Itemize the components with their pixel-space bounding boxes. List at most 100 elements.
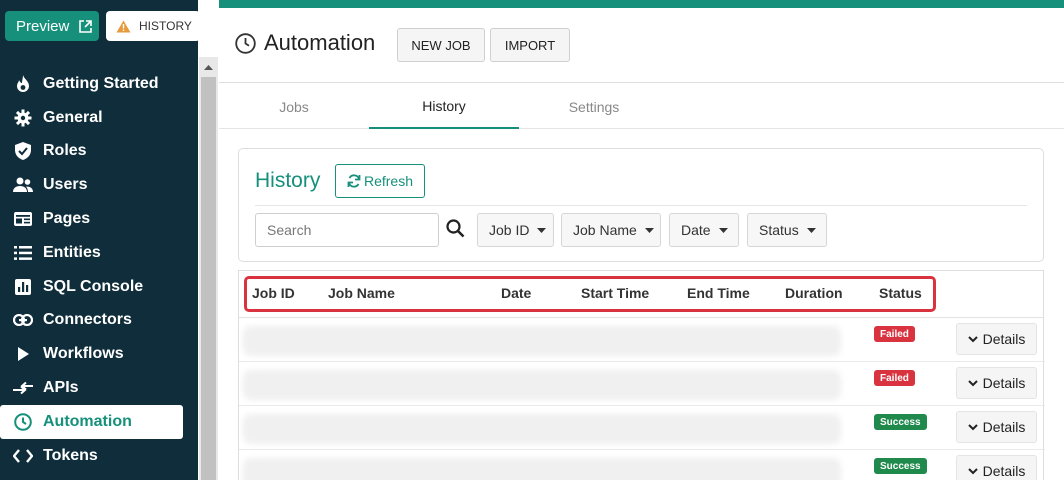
refresh-button[interactable]: Refresh [335, 164, 425, 198]
column-header-job-name[interactable]: Job Name [328, 285, 395, 301]
column-header-job-id[interactable]: Job ID [252, 285, 295, 301]
sidebar-item-label: Automation [43, 412, 132, 430]
chevron-down-icon [967, 379, 978, 387]
details-button[interactable]: Details [956, 367, 1037, 399]
job-id-filter-dropdown[interactable]: Job ID [477, 213, 554, 247]
sidebar-item-label: Getting Started [43, 74, 159, 92]
chart-icon [13, 277, 33, 297]
sidebar-item-label: Connectors [43, 311, 132, 329]
table-row: Success Details [239, 406, 1045, 450]
history-title: History [255, 169, 321, 192]
shield-check-icon [13, 141, 33, 161]
sidebar-item-label: General [43, 108, 103, 126]
divider [255, 205, 1027, 206]
scrollbar-thumb[interactable] [201, 77, 216, 480]
sidebar-item-apis[interactable]: APIs [0, 371, 198, 405]
code-icon [13, 446, 33, 466]
sidebar-item-automation[interactable]: Automation [0, 404, 183, 439]
status-filter-dropdown[interactable]: Status [747, 213, 827, 247]
tab-history[interactable]: History [369, 84, 519, 129]
details-label: Details [982, 331, 1026, 347]
chevron-down-icon [967, 423, 978, 431]
sidebar-item-tokens[interactable]: Tokens [0, 439, 198, 473]
play-icon [13, 344, 33, 364]
sidebar-item-sql-console[interactable]: SQL Console [0, 270, 198, 304]
preview-button[interactable]: Preview [5, 11, 99, 41]
filter-label: Status [759, 222, 799, 238]
column-header-end-time[interactable]: End Time [687, 285, 750, 301]
sidebar-item-label: Entities [43, 243, 101, 261]
list-icon [13, 243, 33, 263]
column-header-duration[interactable]: Duration [785, 285, 843, 301]
tab-bar: Jobs History Settings [219, 84, 1064, 129]
history-table: Job ID Job Name Date Start Time End Time… [238, 270, 1045, 480]
clock-icon [235, 32, 256, 54]
refresh-icon [347, 174, 361, 188]
external-link-icon [79, 19, 93, 33]
page-title: Automation [235, 30, 375, 56]
tab-jobs[interactable]: Jobs [219, 84, 369, 129]
column-header-start-time[interactable]: Start Time [581, 285, 649, 301]
redacted-row-content [243, 414, 841, 444]
caret-down-icon [537, 227, 547, 233]
sidebar-item-pages[interactable]: Pages [0, 202, 198, 236]
history-button[interactable]: HISTORY [106, 11, 200, 41]
filter-label: Date [681, 222, 711, 238]
sidebar-item-label: Pages [43, 210, 91, 228]
preview-label: Preview [16, 17, 70, 35]
details-label: Details [982, 463, 1026, 479]
tab-settings[interactable]: Settings [519, 84, 669, 129]
sidebar-item-label: SQL Console [43, 277, 144, 295]
sidebar-item-label: Users [43, 176, 88, 194]
sidebar-item-label: APIs [43, 379, 79, 397]
redacted-row-content [243, 370, 841, 400]
sidebar-item-connectors[interactable]: Connectors [0, 304, 198, 338]
table-row: Failed Details [239, 362, 1045, 406]
sidebar-item-getting-started[interactable]: Getting Started [0, 67, 198, 101]
filter-label: Job ID [489, 222, 530, 238]
column-header-status[interactable]: Status [879, 285, 922, 301]
date-filter-dropdown[interactable]: Date [669, 213, 739, 247]
redacted-row-content [243, 326, 841, 356]
chevron-down-icon [967, 467, 978, 475]
caret-down-icon [718, 227, 728, 233]
caret-down-icon [806, 227, 816, 233]
details-button[interactable]: Details [956, 455, 1037, 480]
page-icon [13, 209, 33, 229]
import-button[interactable]: IMPORT [490, 28, 570, 62]
sidebar-item-label: Workflows [43, 345, 124, 363]
refresh-label: Refresh [363, 173, 414, 189]
chevron-down-icon [967, 335, 978, 343]
history-button-label: HISTORY [139, 19, 192, 33]
details-button[interactable]: Details [956, 323, 1037, 355]
api-arrows-icon [13, 378, 33, 398]
sidebar-item-roles[interactable]: Roles [0, 135, 198, 169]
page-title-text: Automation [264, 30, 376, 55]
users-icon [13, 175, 33, 195]
table-row: Success Details [239, 450, 1045, 480]
sidebar-scrollbar[interactable] [199, 57, 218, 480]
new-job-button[interactable]: NEW JOB [397, 28, 485, 62]
sidebar-item-label: Tokens [43, 446, 98, 464]
status-badge: Success [874, 414, 927, 430]
sidebar: Preview HISTORY Getting Started General … [0, 0, 200, 480]
history-filter-card: History Refresh Job ID Job Name Date Sta… [238, 148, 1044, 262]
redacted-row-content [243, 458, 841, 480]
job-name-filter-dropdown[interactable]: Job Name [561, 213, 661, 247]
scroll-up-arrow-icon[interactable] [199, 57, 218, 77]
search-icon[interactable] [446, 219, 465, 238]
details-button[interactable]: Details [956, 411, 1037, 443]
warning-icon [116, 20, 131, 33]
sidebar-item-workflows[interactable]: Workflows [0, 337, 198, 371]
caret-down-icon [644, 227, 654, 233]
search-input[interactable] [255, 213, 439, 247]
table-row: Failed Details [239, 318, 1045, 362]
status-badge: Failed [874, 326, 915, 342]
column-header-date[interactable]: Date [501, 285, 531, 301]
gear-icon [13, 108, 33, 128]
sidebar-item-users[interactable]: Users [0, 168, 198, 202]
sidebar-item-general[interactable]: General [0, 101, 198, 135]
sidebar-item-entities[interactable]: Entities [0, 236, 198, 270]
clock-icon [13, 412, 33, 432]
details-label: Details [982, 375, 1026, 391]
